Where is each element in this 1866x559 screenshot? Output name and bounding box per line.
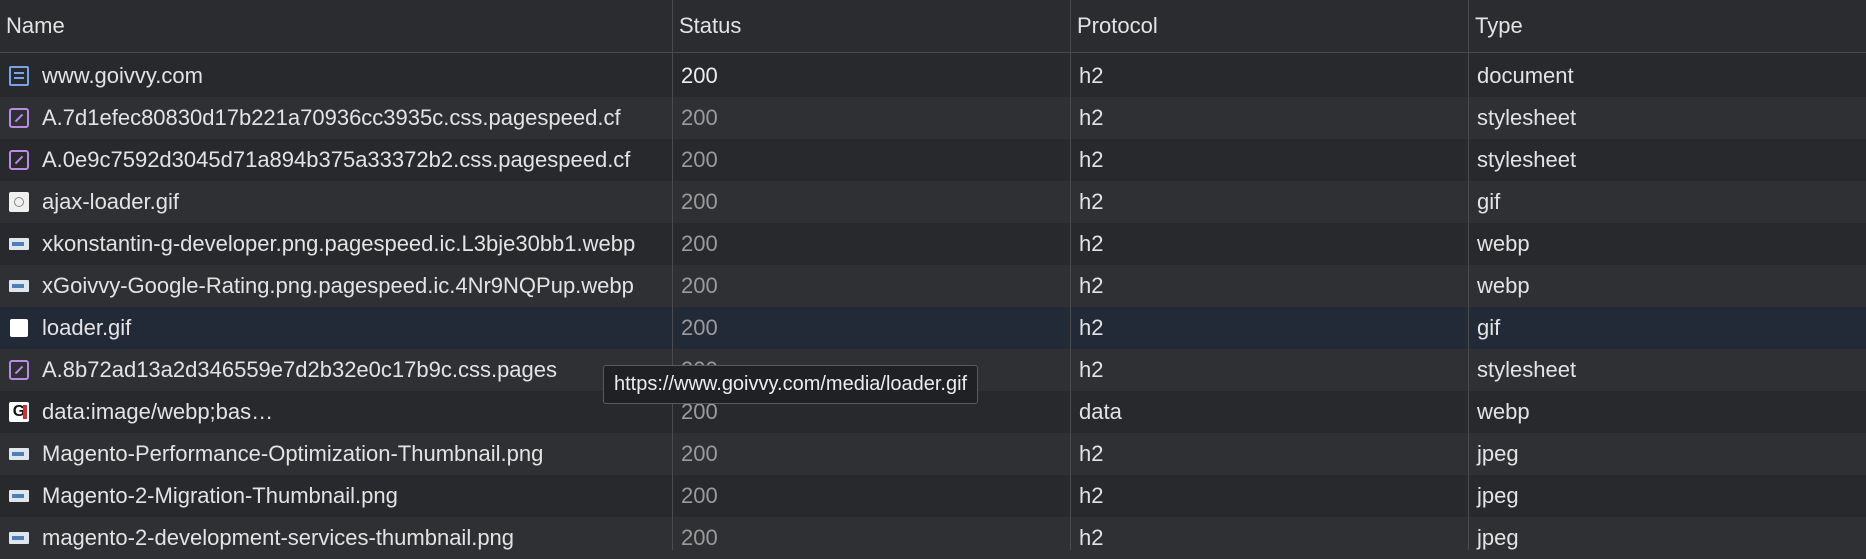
column-divider[interactable] xyxy=(1070,0,1071,550)
table-row[interactable]: www.goivvy.com 200 h2 document xyxy=(0,55,1866,97)
request-protocol: h2 xyxy=(1079,357,1104,382)
request-name: xkonstantin-g-developer.png.pagespeed.ic… xyxy=(42,231,636,256)
request-protocol: h2 xyxy=(1079,483,1104,508)
request-name: www.goivvy.com xyxy=(42,63,203,88)
request-protocol: h2 xyxy=(1079,525,1104,550)
request-status: 200 xyxy=(681,63,718,88)
request-name: magento-2-development-services-thumbnail… xyxy=(42,525,515,550)
column-header-status[interactable]: Status xyxy=(673,0,1070,52)
column-header-protocol[interactable]: Protocol xyxy=(1071,0,1468,52)
request-protocol: h2 xyxy=(1079,441,1104,466)
request-name: ajax-loader.gif xyxy=(42,189,179,214)
column-divider[interactable] xyxy=(672,0,673,550)
request-type: webp xyxy=(1477,273,1530,298)
request-protocol: h2 xyxy=(1079,231,1104,256)
column-divider[interactable] xyxy=(1468,0,1469,550)
column-header-type[interactable]: Type xyxy=(1469,0,1866,52)
request-protocol: data xyxy=(1079,399,1122,424)
request-type: webp xyxy=(1477,231,1530,256)
table-row[interactable]: Magento-2-Migration-Thumbnail.png 200 h2… xyxy=(0,475,1866,517)
request-protocol: h2 xyxy=(1079,315,1104,340)
table-row-selected[interactable]: loader.gif 200 h2 gif xyxy=(0,307,1866,349)
table-row[interactable]: A.7d1efec80830d17b221a70936cc3935c.css.p… xyxy=(0,97,1866,139)
request-name: A.8b72ad13a2d346559e7d2b32e0c17b9c.css.p… xyxy=(42,357,558,382)
table-row[interactable]: magento-2-development-services-thumbnail… xyxy=(0,517,1866,559)
request-type: document xyxy=(1477,63,1574,88)
request-protocol: h2 xyxy=(1079,63,1104,88)
request-type: jpeg xyxy=(1477,483,1519,508)
request-name: A.7d1efec80830d17b221a70936cc3935c.css.p… xyxy=(42,105,621,130)
request-protocol: h2 xyxy=(1079,273,1104,298)
request-status: 200 xyxy=(681,189,718,214)
request-type: stylesheet xyxy=(1477,357,1577,382)
table-row[interactable]: Magento-Performance-Optimization-Thumbna… xyxy=(0,433,1866,475)
request-status: 200 xyxy=(681,441,718,466)
request-name: loader.gif xyxy=(42,315,132,340)
request-status: 200 xyxy=(681,231,718,256)
request-type: stylesheet xyxy=(1477,105,1577,130)
request-type: stylesheet xyxy=(1477,147,1577,172)
request-type: webp xyxy=(1477,399,1530,424)
table-row[interactable]: ajax-loader.gif 200 h2 gif xyxy=(0,181,1866,223)
request-status: 200 xyxy=(681,315,718,340)
request-protocol: h2 xyxy=(1079,147,1104,172)
request-status: 200 xyxy=(681,105,718,130)
request-type: gif xyxy=(1477,315,1501,340)
request-protocol: h2 xyxy=(1079,189,1104,214)
request-type: gif xyxy=(1477,189,1501,214)
column-header-name[interactable]: Name xyxy=(0,0,672,52)
table-row[interactable]: xkonstantin-g-developer.png.pagespeed.ic… xyxy=(0,223,1866,265)
table-row[interactable]: xGoivvy-Google-Rating.png.pagespeed.ic.4… xyxy=(0,265,1866,307)
request-name: Magento-2-Migration-Thumbnail.png xyxy=(42,483,398,508)
request-type: jpeg xyxy=(1477,441,1519,466)
request-protocol: h2 xyxy=(1079,105,1104,130)
request-status: 200 xyxy=(681,525,718,550)
request-name: Magento-Performance-Optimization-Thumbna… xyxy=(42,441,544,466)
request-status: 200 xyxy=(681,483,718,508)
table-row[interactable]: A.0e9c7592d3045d71a894b375a33372b2.css.p… xyxy=(0,139,1866,181)
request-name: xGoivvy-Google-Rating.png.pagespeed.ic.4… xyxy=(42,273,634,298)
request-name: data:image/webp;bas… xyxy=(42,399,274,424)
request-status: 200 xyxy=(681,273,718,298)
request-type: jpeg xyxy=(1477,525,1519,550)
table-header: Name Status Protocol Type xyxy=(0,0,1866,53)
request-name: A.0e9c7592d3045d71a894b375a33372b2.css.p… xyxy=(42,147,631,172)
network-requests-table: Name Status Protocol Type www.goivvy.com… xyxy=(0,0,1866,559)
url-tooltip: https://www.goivvy.com/media/loader.gif xyxy=(603,365,979,404)
request-status: 200 xyxy=(681,147,718,172)
